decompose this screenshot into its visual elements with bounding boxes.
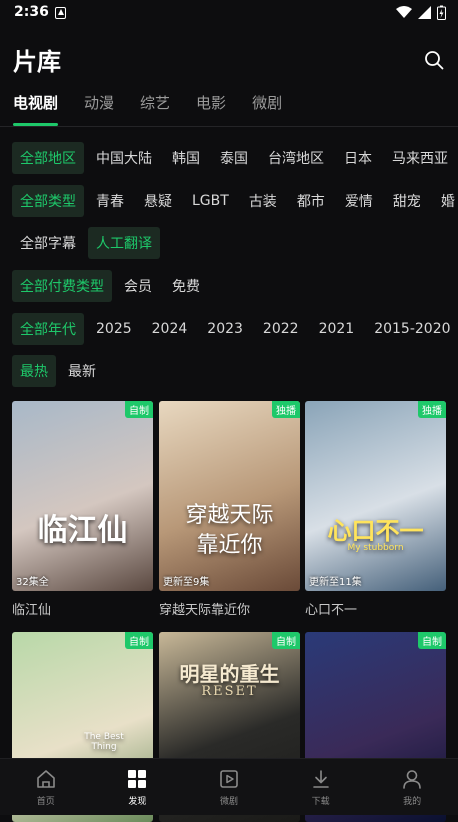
filter-region-option[interactable]: 马来西亚	[384, 142, 456, 174]
filter-type-option[interactable]: 青春	[88, 185, 132, 217]
filter-payment-option[interactable]: 会员	[116, 270, 160, 302]
filter-type-row: 全部类型 青春 悬疑 LGBT 古装 都市 爱情 甜宠 婚	[12, 185, 458, 217]
poster-title-art: 临江仙	[37, 513, 128, 548]
filter-payment-option[interactable]: 免费	[164, 270, 208, 302]
badge-original: 自制	[125, 401, 153, 418]
sort-hottest[interactable]: 最热	[12, 355, 56, 387]
filter-type-all[interactable]: 全部类型	[12, 185, 84, 217]
nav-profile[interactable]: 我的	[366, 759, 458, 815]
filter-type-option[interactable]: 古装	[241, 185, 285, 217]
page-title: 片库	[13, 48, 61, 76]
battery-icon	[437, 5, 446, 20]
filter-year-option[interactable]: 2015-2020	[366, 315, 458, 343]
filter-region-option[interactable]: 中国大陆	[88, 142, 160, 174]
filter-region-option[interactable]: 台湾地区	[260, 142, 332, 174]
filter-type-option[interactable]: 婚	[433, 185, 458, 217]
filter-year-option[interactable]: 2024	[144, 315, 196, 343]
filter-year-all[interactable]: 全部年代	[12, 313, 84, 345]
poster-image[interactable]: 临江仙 自制 32集全	[12, 401, 153, 591]
nav-download[interactable]: 下载	[275, 759, 367, 815]
drama-card[interactable]: 临江仙 自制 32集全 临江仙	[12, 401, 153, 618]
badge-original: 自制	[125, 632, 153, 649]
nav-label: 首页	[36, 797, 55, 807]
filter-type-option[interactable]: 都市	[289, 185, 333, 217]
filter-year-option[interactable]: 2022	[255, 315, 307, 343]
grid-icon	[128, 770, 147, 788]
nav-label: 微剧	[219, 797, 238, 807]
drama-card[interactable]: 穿越天际 靠近你 独播 更新至9集 穿越天际靠近你	[159, 401, 300, 618]
search-icon[interactable]	[424, 50, 444, 70]
poster-title-art: The Best Thing	[84, 732, 124, 752]
badge-exclusive: 独播	[418, 401, 446, 418]
nav-home[interactable]: 首页	[0, 759, 92, 815]
tab-variety[interactable]: 综艺	[140, 92, 170, 126]
filter-year-option[interactable]: 2021	[311, 315, 363, 343]
episode-count: 更新至9集	[163, 577, 210, 588]
status-time: 2:36	[14, 4, 49, 20]
poster-title-art: 明星的重生	[179, 662, 280, 686]
filter-subtitle-all[interactable]: 全部字幕	[12, 227, 84, 259]
filter-region-row: 全部地区 中国大陆 韩国 泰国 台湾地区 日本 马来西亚	[12, 142, 458, 174]
filter-year-option[interactable]: 2025	[88, 315, 140, 343]
nav-micro-drama[interactable]: 微剧	[183, 759, 275, 815]
tab-movie[interactable]: 电影	[196, 92, 226, 126]
tab-micro-drama[interactable]: 微剧	[252, 92, 282, 126]
play-icon	[220, 770, 238, 788]
tab-tv-series[interactable]: 电视剧	[13, 92, 59, 126]
nav-label: 我的	[403, 797, 422, 807]
drama-card[interactable]: 心口不一 My stubborn 独播 更新至11集 心口不一	[305, 401, 446, 618]
filter-type-option[interactable]: 爱情	[337, 185, 381, 217]
filter-region-option[interactable]: 日本	[336, 142, 380, 174]
user-icon	[403, 770, 421, 789]
wifi-icon	[396, 6, 412, 18]
filter-year-row: 全部年代 2025 2024 2023 2022 2021 2015-2020 …	[12, 313, 458, 345]
filter-type-option[interactable]: LGBT	[184, 187, 237, 215]
filter-sort-row: 最热 最新	[12, 355, 108, 387]
poster-image[interactable]: 穿越天际 靠近你 独播 更新至9集	[159, 401, 300, 591]
tabs-divider	[0, 126, 458, 127]
poster-subtitle-art: My stubborn	[347, 543, 404, 553]
tab-anime[interactable]: 动漫	[84, 92, 114, 126]
filter-year-option[interactable]: 2023	[199, 315, 251, 343]
nav-label: 发现	[128, 797, 147, 807]
filter-subtitle-row: 全部字幕 人工翻译	[12, 227, 164, 259]
filter-region-all[interactable]: 全部地区	[12, 142, 84, 174]
filter-payment-all[interactable]: 全部付费类型	[12, 270, 112, 302]
filter-region-option[interactable]: 韩国	[164, 142, 208, 174]
filter-subtitle-human[interactable]: 人工翻译	[88, 227, 160, 259]
category-tabs: 电视剧 动漫 综艺 电影 微剧	[13, 92, 308, 126]
status-bar: 2:36	[0, 0, 458, 26]
poster-subtitle-art: RESET	[201, 684, 258, 699]
signal-icon	[418, 6, 431, 19]
home-icon	[36, 770, 55, 788]
notification-icon	[55, 7, 66, 19]
filter-type-option[interactable]: 甜宠	[385, 185, 429, 217]
bottom-navigation: 首页 发现 微剧 下载 我的	[0, 758, 458, 815]
card-title[interactable]: 临江仙	[12, 599, 153, 618]
poster-title-art: 心口不一	[327, 517, 424, 545]
card-title[interactable]: 心口不一	[305, 599, 446, 618]
card-title[interactable]: 穿越天际靠近你	[159, 599, 300, 618]
nav-label: 下载	[311, 797, 330, 807]
nav-discover[interactable]: 发现	[92, 759, 184, 815]
filter-region-option[interactable]: 泰国	[212, 142, 256, 174]
poster-image[interactable]: 心口不一 My stubborn 独播 更新至11集	[305, 401, 446, 591]
badge-exclusive: 独播	[272, 401, 300, 418]
episode-count: 32集全	[16, 577, 49, 588]
download-icon	[312, 770, 329, 788]
poster-title-art: 穿越天际 靠近你	[185, 503, 274, 558]
badge-original: 自制	[272, 632, 300, 649]
sort-newest[interactable]: 最新	[60, 355, 104, 387]
episode-count: 更新至11集	[309, 577, 362, 588]
badge-original: 自制	[418, 632, 446, 649]
filter-type-option[interactable]: 悬疑	[136, 185, 180, 217]
filter-payment-row: 全部付费类型 会员 免费	[12, 270, 212, 302]
